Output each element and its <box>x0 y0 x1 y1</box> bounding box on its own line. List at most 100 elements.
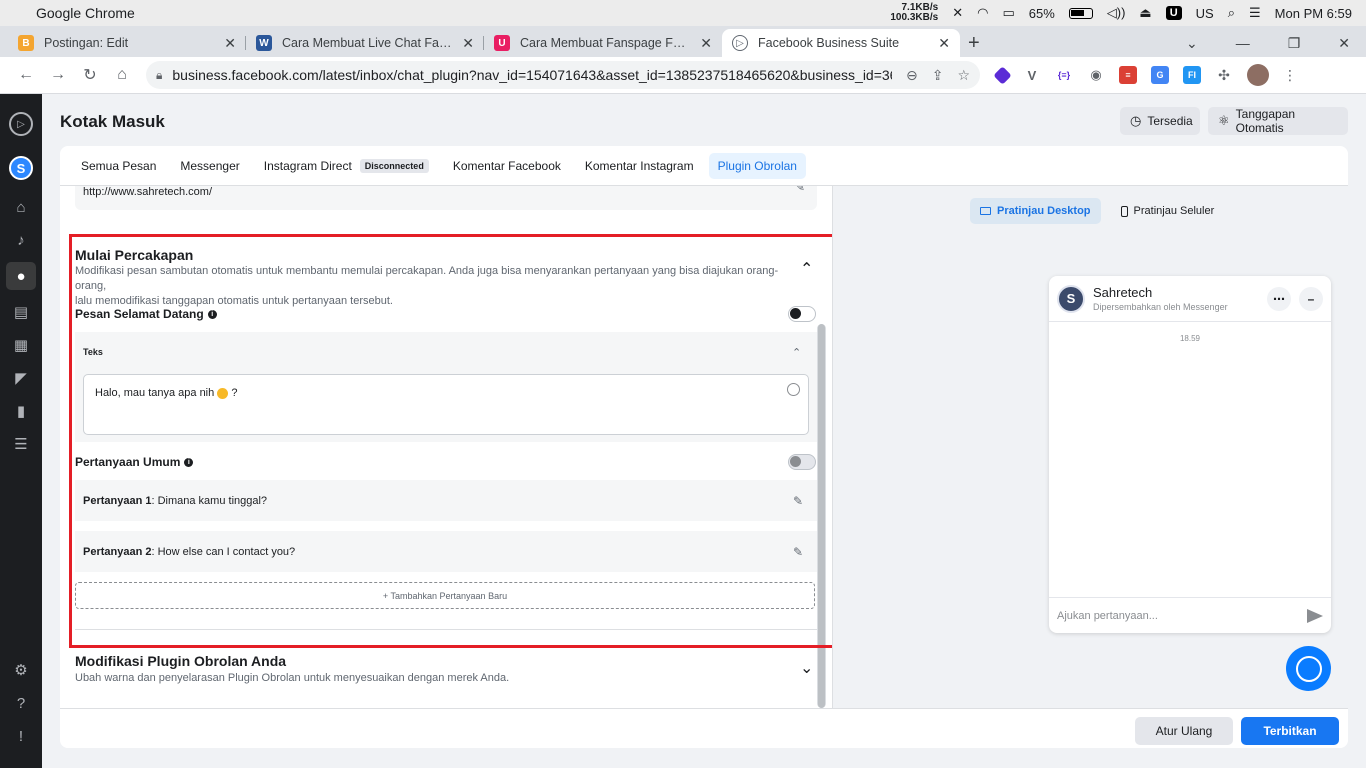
spotlight-search-icon[interactable]: ⌕ <box>1228 5 1235 21</box>
extension-translate-icon[interactable]: G <box>1151 66 1169 84</box>
lock-icon[interactable]: 🔒︎ <box>156 68 162 83</box>
edit-pencil-icon[interactable]: ✎ <box>793 494 803 508</box>
close-window-icon[interactable]: ✕ <box>1338 35 1350 52</box>
availability-button[interactable]: ◷ Tersedia <box>1120 107 1200 135</box>
minimize-chat-icon[interactable]: – <box>1299 286 1323 311</box>
chevron-up-small-icon[interactable]: ⌃ <box>792 346 801 359</box>
account-avatar[interactable]: S <box>9 156 33 180</box>
welcome-message-toggle[interactable] <box>788 306 816 322</box>
welcome-text-input[interactable]: Halo, mau tanya apa nih ? <box>83 374 809 435</box>
extension-fi-icon[interactable]: FI <box>1183 66 1201 84</box>
help-icon[interactable]: ? <box>10 692 32 714</box>
settings-pane: http://www.sahretech.com/ ✎ Mulai Percak… <box>60 186 832 708</box>
bluetooth-off-icon[interactable]: ✕ <box>952 5 963 21</box>
extension-todoist-icon[interactable]: ≡ <box>1119 66 1137 84</box>
profile-avatar[interactable] <box>1247 64 1269 86</box>
reset-button[interactable]: Atur Ulang <box>1135 717 1233 745</box>
messenger-launcher-button[interactable] <box>1286 646 1331 691</box>
extension-diamond-icon[interactable] <box>993 65 1012 85</box>
restore-icon[interactable]: ❐ <box>1288 35 1301 52</box>
address-bar[interactable]: 🔒︎ business.facebook.com/latest/inbox/ch… <box>146 61 980 89</box>
zoom-icon[interactable]: ⊖ <box>906 67 918 84</box>
extension-camera-icon[interactable]: ◉ <box>1087 66 1105 84</box>
clock[interactable]: Mon PM 6:59 <box>1275 6 1352 21</box>
battery-icon[interactable] <box>1068 7 1093 19</box>
new-tab-button[interactable]: + <box>968 29 980 57</box>
tab-instagram-comments[interactable]: Komentar Instagram <box>576 153 703 179</box>
notifications-icon[interactable]: ♪ <box>10 229 32 251</box>
input-language[interactable]: US <box>1196 6 1214 21</box>
chevron-down-icon[interactable]: ⌄ <box>800 658 813 678</box>
bookmark-star-icon[interactable]: ☆ <box>957 67 970 84</box>
publish-button[interactable]: Terbitkan <box>1241 717 1339 745</box>
desktop-preview-tab[interactable]: Pratinjau Desktop <box>970 198 1101 224</box>
edit-pencil-icon[interactable]: ✎ <box>795 186 805 194</box>
extension-json-icon[interactable]: {≡} <box>1055 66 1073 84</box>
chat-controls: ⋯ – <box>1267 286 1323 311</box>
tab-search-icon[interactable]: ⌄ <box>1186 35 1198 52</box>
settings-gear-icon[interactable]: ⚙ <box>10 659 32 681</box>
chat-input[interactable]: Ajukan pertanyaan... <box>1049 597 1331 633</box>
chat-preview-window: S Sahretech Dipersembahkan oleh Messenge… <box>1049 276 1331 633</box>
browser-tab-postingan[interactable]: B Postingan: Edit ✕ <box>8 29 246 57</box>
insights-icon[interactable]: ▮ <box>10 400 32 422</box>
feedback-icon[interactable]: ! <box>10 725 32 747</box>
back-icon[interactable]: ← <box>10 66 42 84</box>
url-text[interactable]: business.facebook.com/latest/inbox/chat_… <box>172 67 892 83</box>
tab-chat-plugin[interactable]: Plugin Obrolan <box>708 152 806 179</box>
eject-icon[interactable]: ⏏ <box>1139 5 1151 21</box>
add-question-button[interactable]: + Tambahkan Pertanyaan Baru <box>75 582 815 609</box>
tab-instagram-direct[interactable]: Instagram Direct Disconnected <box>255 153 438 179</box>
info-icon[interactable]: i <box>207 309 217 319</box>
extension-v-icon[interactable]: V <box>1023 66 1041 84</box>
tab-messenger[interactable]: Messenger <box>171 153 248 179</box>
tab-all-messages[interactable]: Semua Pesan <box>72 153 165 179</box>
faq-toggle[interactable] <box>788 454 816 470</box>
reload-icon[interactable]: ↻ <box>74 65 106 85</box>
chevron-up-icon[interactable]: ⌃ <box>800 259 813 279</box>
share-icon[interactable]: ⇪ <box>932 67 944 84</box>
home-icon[interactable]: ⌂ <box>10 196 32 218</box>
inbox-icon[interactable]: ● <box>6 262 36 290</box>
browser-tab-live-chat[interactable]: W Cara Membuat Live Chat Faceboo ✕ <box>246 29 484 57</box>
browser-tab-business-suite[interactable]: ▷ Facebook Business Suite ✕ <box>722 29 960 57</box>
extensions-puzzle-icon[interactable]: ✣ <box>1215 66 1233 84</box>
more-options-icon[interactable]: ⋯ <box>1267 286 1291 311</box>
control-center-icon[interactable]: ☰ <box>1249 5 1261 21</box>
more-tools-icon[interactable]: ☰ <box>10 433 32 455</box>
posts-icon[interactable]: ▤ <box>10 301 32 323</box>
question-row[interactable]: Pertanyaan 1 : Dimana kamu tinggal? ✎ <box>75 480 817 521</box>
edit-pencil-icon[interactable]: ✎ <box>793 545 803 559</box>
browser-tab-fanspage[interactable]: U Cara Membuat Fanspage Facebo ✕ <box>484 29 722 57</box>
business-suite-logo-icon[interactable]: ▷ <box>9 112 33 136</box>
scrollbar-thumb[interactable] <box>818 324 825 708</box>
u-badge-icon[interactable]: U <box>1165 6 1182 20</box>
home-icon[interactable]: ⌂ <box>106 66 138 84</box>
forward-icon[interactable]: → <box>42 66 74 84</box>
wifi-icon[interactable]: ◠ <box>977 5 988 21</box>
auto-reply-button[interactable]: ⚛ Tanggapan Otomatis <box>1208 107 1348 135</box>
planner-icon[interactable]: ▦ <box>10 334 32 356</box>
close-tab-icon[interactable]: ✕ <box>938 35 950 52</box>
close-tab-icon[interactable]: ✕ <box>700 35 712 52</box>
ads-icon[interactable]: ◤ <box>10 367 32 389</box>
tab-facebook-comments[interactable]: Komentar Facebook <box>444 153 570 179</box>
emoji-picker-icon[interactable] <box>787 383 800 396</box>
close-tab-icon[interactable]: ✕ <box>462 35 474 52</box>
close-tab-icon[interactable]: ✕ <box>224 35 236 52</box>
clock-status-icon: ◷ <box>1130 113 1142 128</box>
info-icon[interactable]: i <box>184 457 194 467</box>
active-app-name[interactable]: Google Chrome <box>36 5 135 21</box>
battery-percent[interactable]: 65% <box>1029 6 1055 21</box>
mobile-preview-tab[interactable]: Pratinjau Seluler <box>1111 198 1225 224</box>
volume-icon[interactable]: ◁)) <box>1107 5 1126 21</box>
scrollbar[interactable] <box>817 324 826 708</box>
website-url-field[interactable]: http://www.sahretech.com/ ✎ <box>75 186 817 210</box>
question-row[interactable]: Pertanyaan 2 : How else can I contact yo… <box>75 531 817 572</box>
minimize-icon[interactable]: — <box>1236 35 1250 51</box>
chrome-menu-icon[interactable]: ⋮ <box>1283 67 1297 84</box>
display-icon[interactable]: ▭ <box>1002 5 1014 21</box>
toggle-knob <box>790 308 801 319</box>
page-name: Sahretech <box>1093 285 1153 300</box>
send-icon[interactable] <box>1307 608 1323 623</box>
